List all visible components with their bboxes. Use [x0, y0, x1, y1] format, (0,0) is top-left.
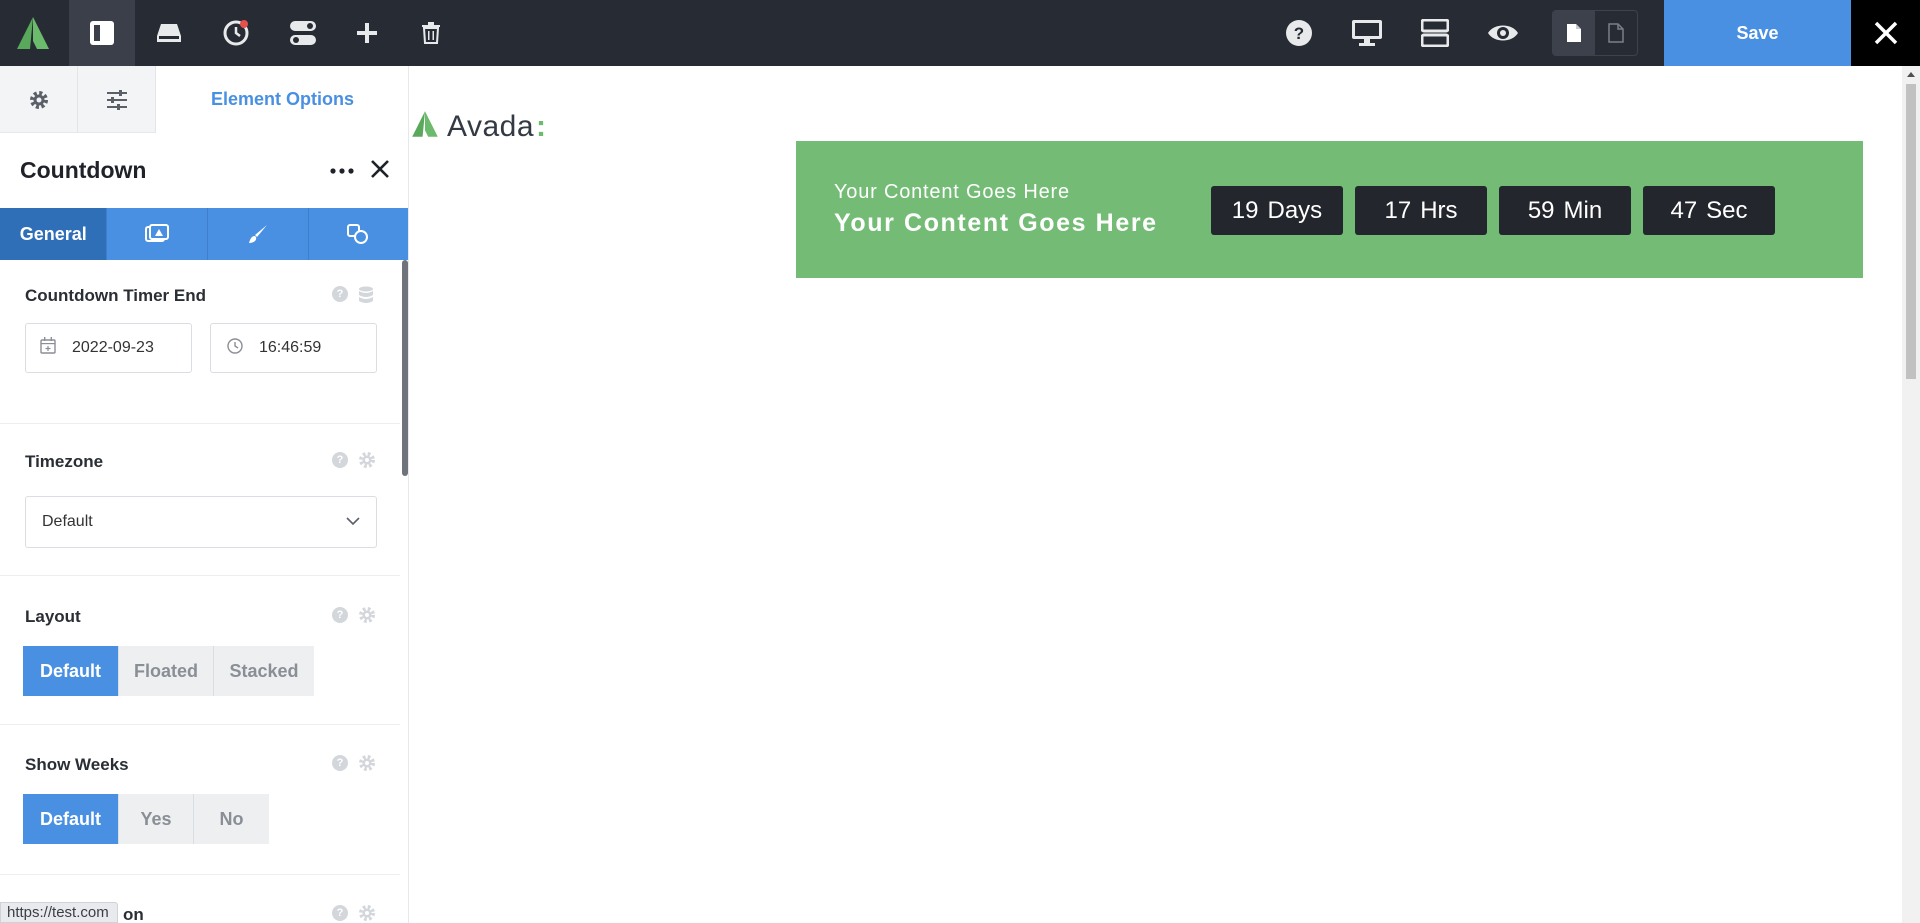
top-toolbar: ? Save	[0, 0, 1920, 66]
library-icon[interactable]	[136, 0, 202, 66]
gear-icon[interactable]	[358, 606, 376, 629]
history-icon[interactable]	[203, 0, 269, 66]
scroll-up-arrow-icon[interactable]	[1907, 72, 1915, 77]
more-options-icon[interactable]	[330, 161, 354, 179]
show-weeks-no-button[interactable]: No	[194, 794, 269, 844]
show-weeks-yes-button[interactable]: Yes	[119, 794, 194, 844]
show-weeks-button-group: Default Yes No	[23, 794, 269, 844]
close-icon[interactable]	[1851, 0, 1920, 66]
calendar-icon	[40, 337, 56, 359]
layout-stacked-button[interactable]: Stacked	[214, 646, 314, 696]
tab-general[interactable]: General	[0, 208, 108, 260]
option-show-weeks: Show Weeks ? Default Yes No	[0, 725, 400, 875]
help-icon[interactable]: ?	[1266, 0, 1332, 66]
brand-name: Avada	[447, 109, 535, 143]
countdown-number: 17	[1384, 196, 1412, 224]
help-icon[interactable]: ?	[332, 755, 348, 771]
countdown-number: 19	[1231, 196, 1259, 224]
timezone-selected: Default	[42, 513, 93, 530]
help-icon[interactable]: ?	[332, 452, 348, 468]
layout-floated-button[interactable]: Floated	[119, 646, 214, 696]
sidebar-tabs: Element Options	[0, 66, 408, 133]
layout-default-button[interactable]: Default	[23, 646, 119, 696]
page-icon[interactable]	[1553, 11, 1595, 55]
countdown-unit: Min	[1563, 196, 1603, 224]
preview-eye-icon[interactable]	[1470, 0, 1536, 66]
element-title: Countdown	[20, 157, 147, 183]
option-sub-tabs: General	[0, 208, 409, 260]
settings-gear-icon[interactable]	[0, 66, 78, 133]
gear-icon[interactable]	[358, 754, 376, 777]
tab-style-brush-icon[interactable]	[208, 208, 309, 260]
show-weeks-default-button[interactable]: Default	[23, 794, 119, 844]
trash-icon[interactable]	[398, 0, 464, 66]
help-icon[interactable]: ?	[332, 607, 348, 623]
svg-text:?: ?	[1294, 24, 1304, 43]
toggles-icon[interactable]	[270, 0, 336, 66]
countdown-unit: Hrs	[1420, 196, 1458, 224]
dynamic-data-icon[interactable]	[358, 286, 374, 309]
countdown-number: 59	[1527, 196, 1555, 224]
countdown-unit: Days	[1267, 196, 1323, 224]
status-bar-url: https://test.com	[0, 902, 118, 923]
countdown-minutes: 59 Min	[1499, 186, 1631, 235]
countdown-banner[interactable]: Your Content Goes Here Your Content Goes…	[796, 141, 1863, 278]
timezone-select[interactable]: Default	[25, 496, 377, 548]
countdown-hours: 17 Hrs	[1355, 186, 1487, 235]
option-label: Countdown Timer End	[25, 286, 207, 305]
option-label: Show Weeks	[25, 755, 129, 774]
general-options: Countdown Timer End ? 2022-09-23 16:46:5…	[0, 260, 408, 923]
countdown-seconds: 47 Sec	[1643, 186, 1775, 235]
time-field[interactable]: 16:46:59	[210, 323, 377, 373]
gear-icon[interactable]	[358, 904, 376, 923]
save-button[interactable]: Save	[1664, 0, 1851, 66]
option-label-partial: on	[123, 905, 144, 923]
avada-logo-icon	[409, 108, 441, 145]
desktop-icon[interactable]	[1334, 0, 1400, 66]
close-element-icon[interactable]	[370, 159, 390, 184]
countdown-number: 47	[1670, 196, 1698, 224]
clock-icon	[227, 337, 243, 359]
page-outline-icon[interactable]	[1595, 11, 1637, 55]
option-label: Timezone	[25, 452, 104, 471]
tab-extras-shapes-icon[interactable]	[309, 208, 409, 260]
countdown-unit: Sec	[1706, 196, 1748, 224]
page-scrollbar[interactable]	[1902, 66, 1920, 923]
help-icon[interactable]: ?	[332, 286, 348, 302]
layout-button-group: Default Floated Stacked	[23, 646, 314, 696]
option-label: Layout	[25, 607, 81, 626]
avada-logo-icon[interactable]	[0, 0, 66, 66]
option-timezone: Timezone ? Default	[0, 424, 400, 576]
element-header: Countdown	[0, 133, 408, 208]
date-field[interactable]: 2022-09-23	[25, 323, 192, 373]
plus-icon[interactable]	[334, 0, 400, 66]
sliders-icon[interactable]	[78, 66, 156, 133]
element-options-sidebar: Element Options Countdown General Countd…	[0, 66, 409, 923]
banner-subtitle: Your Content Goes Here	[834, 181, 1070, 203]
banner-title: Your Content Goes Here	[834, 209, 1158, 237]
chevron-down-icon	[346, 513, 360, 531]
countdown-days: 19 Days	[1211, 186, 1343, 235]
site-logo[interactable]: Avada :	[409, 108, 546, 145]
layout-sidebar-icon[interactable]	[69, 0, 135, 66]
option-layout: Layout ? Default Floated Stacked	[0, 576, 400, 725]
sidebar-scrollbar[interactable]	[402, 260, 408, 476]
option-countdown-timer-end: Countdown Timer End ? 2022-09-23 16:46:5…	[0, 260, 400, 424]
tab-element-options[interactable]: Element Options	[156, 66, 408, 133]
time-value: 16:46:59	[259, 339, 322, 356]
date-value: 2022-09-23	[72, 339, 154, 356]
gear-icon[interactable]	[358, 451, 376, 474]
scrollbar-thumb[interactable]	[1906, 84, 1916, 379]
brand-colon: :	[536, 109, 547, 143]
tab-design-icon[interactable]	[107, 208, 208, 260]
page-view-toggle[interactable]	[1552, 10, 1638, 56]
sections-icon[interactable]	[1402, 0, 1468, 66]
help-icon[interactable]: ?	[332, 905, 348, 921]
